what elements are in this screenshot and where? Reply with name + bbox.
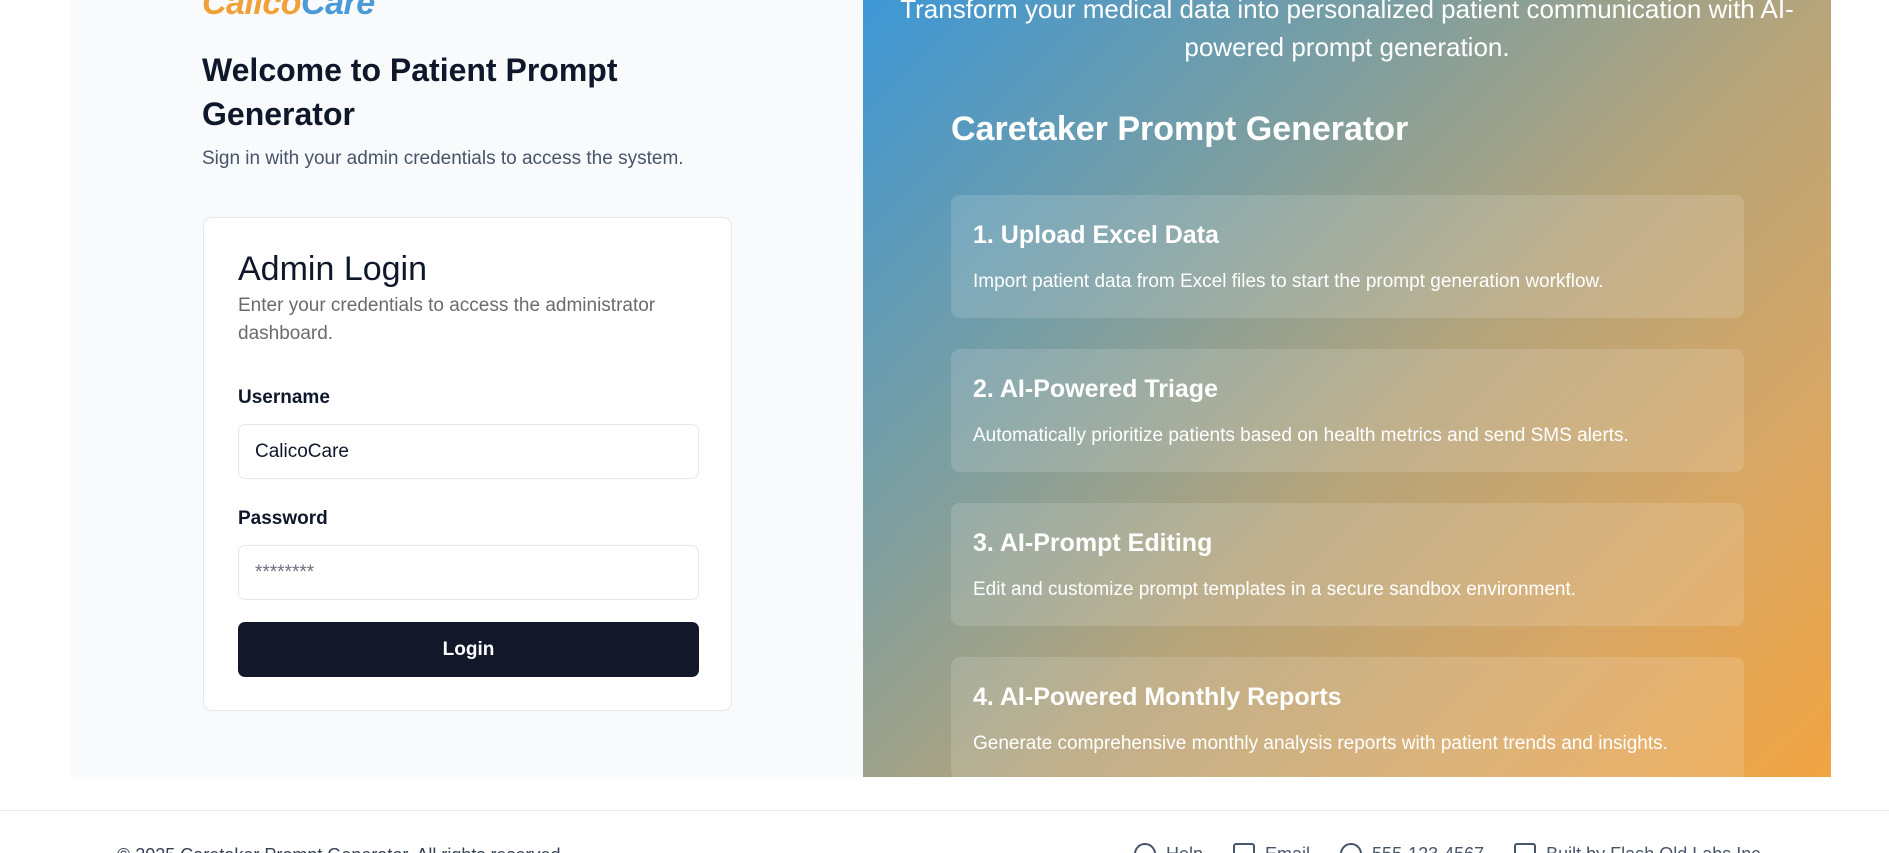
logo-calico: Calico: [202, 0, 302, 22]
hero-panel: Transform your medical data into persona…: [863, 0, 1831, 777]
feature-title: 3. AI-Prompt Editing: [973, 529, 1213, 557]
feature-description: Import patient data from Excel files to …: [973, 271, 1604, 292]
feature-title: 2. AI-Powered Triage: [973, 375, 1218, 403]
login-panel: CalicoCare Welcome to Patient Prompt Gen…: [71, 0, 863, 777]
feature-description: Automatically prioritize patients based …: [973, 425, 1629, 446]
footer-copyright: © 2025 Caretaker Prompt Generator. All r…: [117, 845, 565, 853]
feature-card-reports: 4. AI-Powered Monthly Reports Generate c…: [951, 657, 1744, 777]
footer-divider: [0, 810, 1889, 811]
page-subtitle: Sign in with your admin credentials to a…: [202, 148, 684, 169]
footer-email-link[interactable]: Email: [1233, 843, 1310, 853]
phone-icon: [1340, 843, 1363, 853]
username-label: Username: [238, 387, 330, 408]
footer-link-label: 555-123-4567: [1372, 844, 1484, 853]
password-input[interactable]: [238, 545, 699, 600]
footer-phone-link[interactable]: 555-123-4567: [1340, 843, 1484, 853]
login-page: CalicoCare Welcome to Patient Prompt Gen…: [0, 0, 1889, 853]
login-button[interactable]: Login: [238, 622, 699, 677]
username-input[interactable]: [238, 424, 699, 479]
footer-help-link[interactable]: Help: [1134, 843, 1203, 853]
footer-link-label: Built by Flash Old Labs Inc.: [1546, 844, 1765, 853]
feature-title: 1. Upload Excel Data: [973, 221, 1219, 249]
help-circle-icon: [1134, 843, 1156, 853]
logo-care: Care: [301, 0, 375, 22]
footer-linkedin-link[interactable]: Built by Flash Old Labs Inc.: [1514, 843, 1765, 853]
feature-description: Edit and customize prompt templates in a…: [973, 579, 1577, 600]
feature-card-triage: 2. AI-Powered Triage Automatically prior…: [951, 349, 1744, 472]
footer-link-label: Email: [1265, 844, 1310, 853]
feature-title: 4. AI-Powered Monthly Reports: [973, 683, 1342, 711]
hero-section-title: Caretaker Prompt Generator: [951, 110, 1409, 148]
login-card-title: Admin Login: [238, 250, 428, 288]
footer-links: Help Email 555-123-4567 Built by Flash O…: [1134, 843, 1765, 853]
password-label: Password: [238, 508, 328, 529]
footer-link-label: Help: [1166, 844, 1203, 853]
page-title: Welcome to Patient Prompt Generator: [202, 52, 618, 132]
calico-care-logo: CalicoCare: [202, 0, 375, 23]
feature-card-editing: 3. AI-Prompt Editing Edit and customize …: [951, 503, 1744, 626]
linkedin-icon: [1514, 843, 1537, 853]
feature-description: Generate comprehensive monthly analysis …: [973, 733, 1668, 754]
feature-card-upload: 1. Upload Excel Data Import patient data…: [951, 195, 1744, 318]
login-card: Admin Login Enter your credentials to ac…: [203, 217, 732, 711]
login-card-description: Enter your credentials to access the adm…: [238, 295, 656, 344]
mail-icon: [1233, 843, 1256, 853]
hero-tagline: Transform your medical data into persona…: [900, 0, 1794, 62]
